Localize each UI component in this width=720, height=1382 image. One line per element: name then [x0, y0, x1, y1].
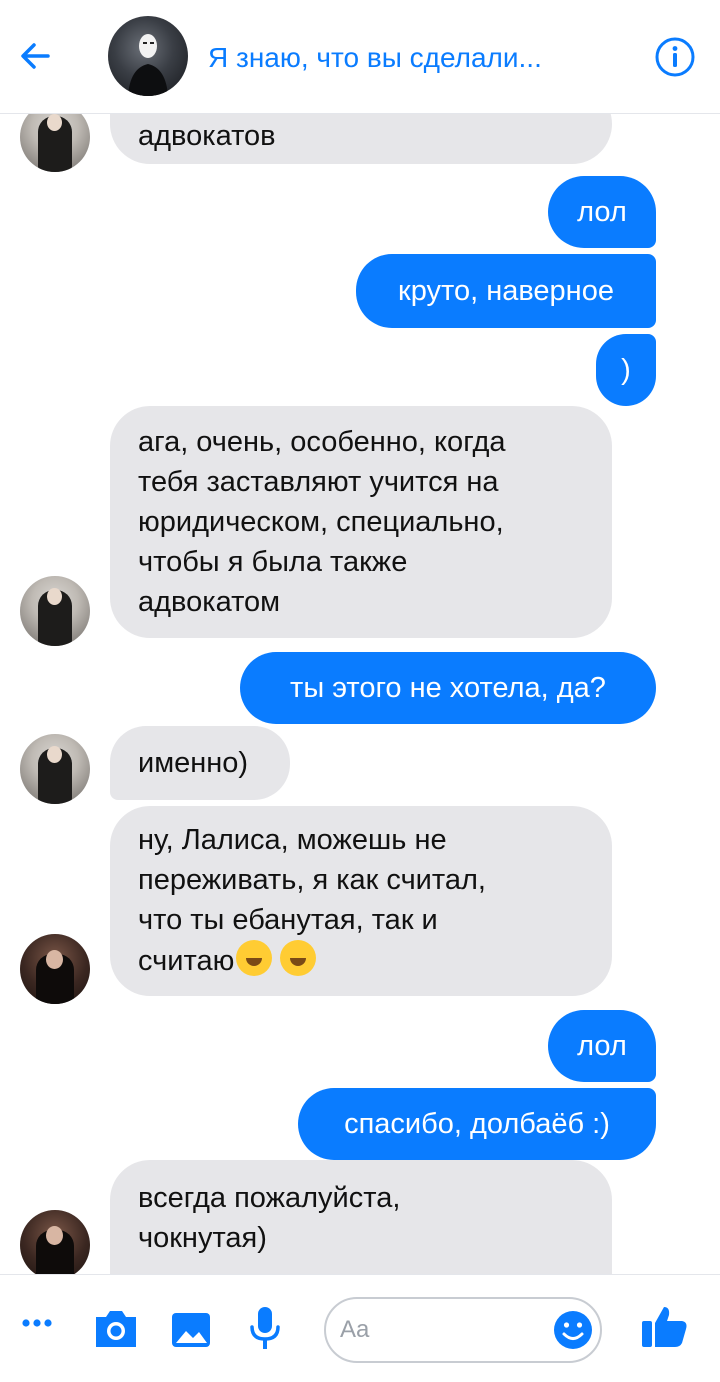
info-button[interactable]	[654, 36, 696, 78]
sender-avatar[interactable]	[20, 576, 90, 646]
message-line: что ты ебанутая, так и	[138, 904, 438, 936]
message-bubble[interactable]: именно)	[110, 726, 290, 800]
conversation-title[interactable]: Я знаю, что вы сделали...	[208, 38, 628, 78]
voice-button[interactable]	[242, 1305, 290, 1353]
chat-header: Я знаю, что вы сделали...	[0, 0, 720, 114]
message-line: юридическом, специально,	[138, 506, 504, 538]
message-line: считаю	[138, 945, 235, 977]
microphone-icon	[250, 1307, 280, 1349]
message-bubble[interactable]: всегда пожалуйста, чокнутая)	[110, 1160, 612, 1274]
message-text: )	[621, 354, 631, 386]
gallery-button[interactable]	[168, 1305, 216, 1353]
message-bubble[interactable]: )	[596, 334, 656, 406]
more-icon	[22, 1319, 52, 1327]
emoji-icon	[554, 1311, 592, 1349]
message-text: адвокатов	[138, 120, 276, 152]
like-button[interactable]	[640, 1301, 688, 1349]
message-bubble[interactable]: ага, очень, особенно, когда тебя заставл…	[110, 406, 612, 638]
like-icon	[642, 1307, 687, 1347]
message-line: всегда пожалуйста,	[138, 1182, 401, 1214]
message-bubble[interactable]: лол	[548, 1010, 656, 1082]
message-line: тебя заставляют учится на	[138, 466, 499, 498]
message-text: лол	[577, 196, 627, 228]
info-icon	[655, 37, 695, 77]
message-line: переживать, я как считал,	[138, 864, 486, 896]
image-icon	[172, 1313, 210, 1347]
message-line: ага, очень, особенно, когда	[138, 426, 506, 458]
sender-avatar[interactable]	[20, 1210, 90, 1274]
message-bubble[interactable]: лол	[548, 176, 656, 248]
camera-icon	[96, 1311, 136, 1347]
message-text: именно)	[138, 747, 249, 779]
more-button[interactable]	[16, 1305, 64, 1353]
laughing-emoji-icon	[236, 940, 273, 976]
message-text: спасибо, долбаёб :)	[344, 1108, 610, 1140]
message-text: лол	[577, 1030, 627, 1062]
message-bubble[interactable]: спасибо, долбаёб :)	[298, 1088, 656, 1160]
message-line: адвокатом	[138, 586, 281, 618]
emoji-button[interactable]	[552, 1309, 594, 1351]
message-line: чокнутая)	[138, 1222, 267, 1254]
message-text: ты этого не хотела, да?	[290, 672, 606, 704]
message-text: круто, наверное	[398, 275, 614, 307]
contact-avatar[interactable]	[108, 16, 188, 96]
back-arrow-icon	[21, 43, 50, 69]
message-bubble[interactable]: круто, наверное	[356, 254, 656, 328]
message-composer	[0, 1274, 720, 1382]
message-line: чтобы я была также	[138, 546, 408, 578]
message-list[interactable]: адвокатов лол круто, наверное ) ага, оче…	[0, 114, 720, 1274]
camera-button[interactable]	[92, 1305, 140, 1353]
sender-avatar[interactable]	[20, 734, 90, 804]
kiss-emoji-icon	[280, 940, 317, 976]
sender-avatar[interactable]	[20, 114, 90, 172]
back-button[interactable]	[14, 34, 58, 78]
message-bubble[interactable]: адвокатов	[110, 114, 612, 164]
sender-avatar[interactable]	[20, 934, 90, 1004]
message-input-box[interactable]	[324, 1297, 602, 1363]
message-input[interactable]	[340, 1309, 540, 1351]
message-line: ну, Лалиса, можешь не	[138, 824, 447, 856]
message-bubble[interactable]: ну, Лалиса, можешь не переживать, я как …	[110, 806, 612, 996]
message-bubble[interactable]: ты этого не хотела, да?	[240, 652, 656, 724]
